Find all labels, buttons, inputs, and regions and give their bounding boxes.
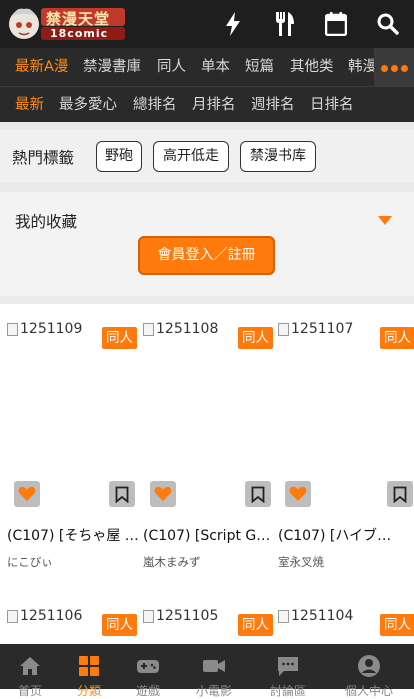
bolt-icon[interactable] (217, 8, 249, 40)
sort-tab[interactable]: 最多愛心 (59, 87, 117, 123)
gamepad-icon (137, 660, 159, 673)
hot-tag[interactable]: 禁漫书库 (240, 141, 316, 172)
hot-tags-title: 熱門標籤 (12, 149, 75, 167)
category-badge: 同人 (380, 327, 414, 349)
fork-knife-icon[interactable] (269, 8, 301, 40)
nav-movies[interactable]: 小電影 (184, 644, 244, 698)
cover-alt-text: 1251107 (278, 321, 353, 337)
divider (0, 296, 414, 304)
sort-tabs: 最新 最多愛心 總排名 月排名 週排名 日排名 (0, 86, 414, 122)
category-tab[interactable]: 其他类 (290, 48, 334, 86)
bookmark-icon[interactable] (109, 481, 135, 507)
cover-alt-text: 1251108 (143, 321, 218, 337)
category-badge: 同人 (102, 614, 137, 636)
heart-icon[interactable] (150, 481, 176, 507)
nav-profile[interactable]: 個人中心 (339, 644, 399, 698)
broken-image-icon (143, 609, 154, 623)
broken-image-icon (143, 322, 154, 336)
comic-title[interactable]: (C107) [そちゃ屋 (にこびぃ)] (7, 525, 141, 545)
heart-icon[interactable] (14, 481, 40, 507)
nav-forum[interactable]: 討論區 (258, 644, 318, 698)
bookmark-icon[interactable] (245, 481, 271, 507)
category-badge: 同人 (238, 327, 273, 349)
cover-alt-text: 1251109 (7, 321, 82, 337)
nav-label: 首页 (17, 684, 42, 698)
hot-tag[interactable]: 野砲 (96, 141, 142, 172)
cover-alt-text: 1251105 (143, 608, 218, 624)
category-badge: 同人 (102, 327, 137, 349)
nav-games[interactable]: 遊戲 (118, 644, 178, 698)
logo-subtitle: 18comic (50, 27, 109, 40)
category-tab[interactable]: 同人 (157, 48, 186, 86)
sort-tab[interactable]: 日排名 (310, 87, 354, 123)
comic-author[interactable]: 嵐木まみず (143, 554, 201, 570)
comic-title[interactable]: (C107) [Script Garden (嵐木まみず)] (143, 525, 277, 545)
broken-image-icon (278, 609, 289, 623)
grid-icon (79, 656, 99, 676)
category-badge: 同人 (238, 614, 273, 636)
home-icon (20, 657, 40, 675)
divider (0, 122, 414, 130)
category-tab[interactable]: 单本 (201, 48, 230, 86)
sort-tab[interactable]: 最新 (15, 87, 44, 123)
calendar-icon[interactable] (320, 8, 352, 40)
broken-image-icon (7, 609, 18, 623)
cover-alt-text: 1251106 (7, 608, 82, 624)
heart-icon[interactable] (285, 481, 311, 507)
category-tab[interactable]: 韩漫 (348, 48, 377, 86)
user-icon (358, 655, 380, 677)
more-categories-icon[interactable] (374, 48, 414, 88)
top-app-bar: 禁漫天堂 18comic (0, 0, 414, 48)
nav-label: 討論區 (269, 684, 306, 698)
hot-tags-section: 熱門標籤 野砲 高开低走 禁漫书库 (0, 130, 414, 182)
broken-image-icon (278, 322, 289, 336)
nav-label: 分類 (76, 684, 101, 698)
comic-title[interactable]: (C107) [ハイブリッド (室永叉焼)] (278, 525, 403, 545)
bottom-nav: 首页 分類 遊戲 小電影 討論區 個人中心 (0, 644, 414, 698)
caret-down-icon[interactable] (378, 216, 392, 225)
category-badge: 同人 (380, 614, 414, 636)
divider (0, 182, 414, 192)
comic-author[interactable]: にこびぃ (7, 554, 53, 570)
nav-categories[interactable]: 分類 (59, 644, 119, 698)
broken-image-icon (7, 322, 18, 336)
nav-label: 小電影 (195, 684, 232, 698)
favorites-title: 我的收藏 (15, 213, 78, 231)
login-register-button[interactable]: 會員登入／註冊 (138, 236, 275, 275)
sort-tab[interactable]: 月排名 (192, 87, 236, 123)
sort-tab[interactable]: 總排名 (133, 87, 177, 123)
category-tab[interactable]: 禁漫書庫 (83, 48, 141, 86)
nav-label: 個人中心 (344, 684, 393, 698)
comic-author[interactable]: 室永叉焼 (278, 554, 324, 570)
category-tab[interactable]: 短篇 (245, 48, 274, 86)
app-logo[interactable]: 禁漫天堂 18comic (8, 5, 128, 43)
cover-alt-text: 1251104 (278, 608, 353, 624)
category-tab[interactable]: 最新A漫 (15, 48, 68, 86)
nav-label: 遊戲 (135, 684, 160, 698)
logo-title: 禁漫天堂 (46, 10, 111, 28)
category-bar: 最新A漫 禁漫書庫 同人 单本 短篇 其他类 韩漫 (0, 48, 414, 86)
nav-home[interactable]: 首页 (0, 644, 60, 698)
bookmark-icon[interactable] (387, 481, 413, 507)
sort-tab[interactable]: 週排名 (251, 87, 295, 123)
video-camera-icon (203, 660, 225, 672)
search-icon[interactable] (372, 8, 404, 40)
chat-icon (278, 657, 298, 676)
hot-tag[interactable]: 高开低走 (153, 141, 229, 172)
